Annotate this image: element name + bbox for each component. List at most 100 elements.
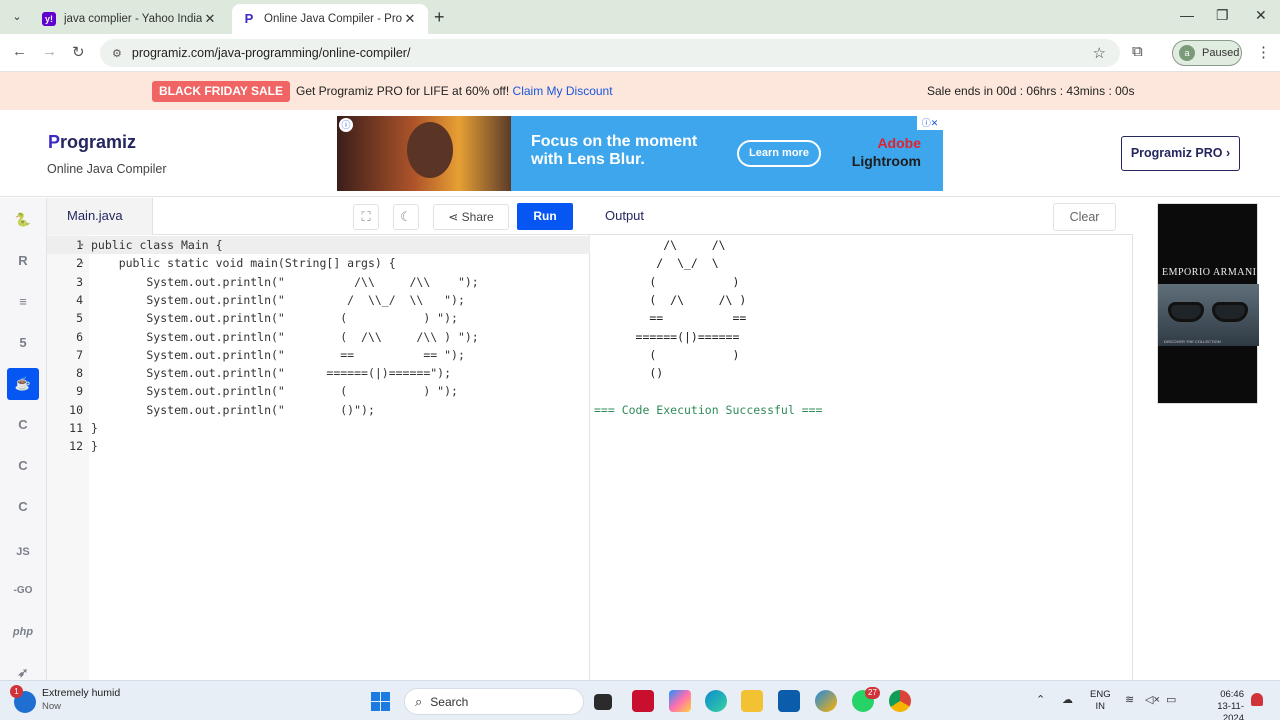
code-line[interactable]: 5 System.out.println(" ( ) "); (47, 309, 590, 327)
python-icon[interactable]: 🐍 (7, 204, 39, 236)
html-icon[interactable]: 5 (7, 327, 39, 359)
banner-ad[interactable]: ⓘ Focus on the moment with Lens Blur. Le… (337, 116, 943, 191)
close-tab-icon[interactable]: ✕ (402, 11, 418, 27)
code-line[interactable]: 11} (47, 419, 590, 437)
forward-icon[interactable]: → (42, 43, 57, 60)
line-number: 2 (76, 256, 83, 271)
sale-badge: BLACK FRIDAY SALE (152, 81, 291, 102)
store-icon[interactable] (778, 690, 800, 712)
code-editor[interactable]: 1 ▾ public class Main {2 ▾ public static vo… (47, 235, 590, 680)
run-button[interactable]: Run (517, 203, 573, 230)
tab-title: java complier - Yahoo India Sea (64, 13, 202, 25)
share-button[interactable]: ⋖ Share (433, 204, 509, 230)
code-line[interactable]: 8 System.out.println(" ======(|)======")… (47, 364, 590, 382)
show-hidden-icons-icon[interactable]: ⌃ (1036, 693, 1045, 706)
output-toolbar: Output Clear (590, 198, 1133, 235)
line-number: 5 (76, 311, 83, 326)
profile-button[interactable]: a Paused (1172, 40, 1242, 66)
minimize-icon[interactable]: — (1180, 7, 1194, 23)
ad-info-icon[interactable]: ⓘ (339, 118, 353, 132)
c-icon[interactable]: C (7, 409, 39, 441)
code-line[interactable]: 3 System.out.println(" /\\ /\\ "); (47, 273, 590, 291)
code-line[interactable]: 1 ▾ public class Main { (47, 236, 590, 254)
volume-icon[interactable]: ◁× (1145, 693, 1160, 706)
tab-search-icon[interactable]: ⌄ (8, 8, 26, 26)
system-clock[interactable]: 06:46 13-11-2024 (1206, 689, 1244, 720)
go-icon[interactable]: -GO (7, 575, 39, 607)
onedrive-icon[interactable]: ☁ (1062, 693, 1073, 706)
chrome-icon[interactable] (889, 690, 911, 712)
line-number: 4 (76, 292, 83, 307)
file-explorer-icon[interactable] (741, 690, 763, 712)
js-icon[interactable]: JS (7, 536, 39, 568)
code-text: } (91, 421, 98, 435)
maximize-icon[interactable]: ❐ (1216, 7, 1229, 24)
weather-app-icon[interactable] (815, 690, 837, 712)
extensions-icon[interactable]: ⧉ (1132, 43, 1143, 60)
weather-widget[interactable]: 1 Extremely humid Now (10, 685, 120, 713)
site-info-icon[interactable]: ⚙ (112, 47, 122, 60)
language-indicator[interactable]: ENG IN (1090, 689, 1111, 713)
task-view-icon[interactable] (594, 694, 612, 710)
whatsapp-badge: 27 (865, 687, 880, 699)
tab-programiz[interactable]: P Online Java Compiler - Program ✕ (232, 4, 428, 34)
output-line: == == (594, 311, 747, 326)
code-line[interactable]: 9 System.out.println(" ( ) "); (47, 382, 590, 400)
bookmark-star-icon[interactable]: ☆ (1093, 44, 1106, 62)
line-number: 11 (69, 421, 83, 435)
back-icon[interactable]: ← (12, 43, 27, 60)
output-panel: /\ /\ / \_/ \ ( ) ( /\ /\ ) == == ======… (590, 235, 1133, 680)
r-icon[interactable]: R (7, 245, 39, 277)
code-line[interactable]: 6 System.out.println(" ( /\\ /\\ ) "); (47, 328, 590, 346)
site-header: Programiz Online Java Compiler ⓘ Focus o… (0, 110, 1280, 197)
edge-icon[interactable] (705, 690, 727, 712)
php-icon[interactable]: php (7, 616, 39, 648)
code-line[interactable]: 10 System.out.println(" ()"); (47, 401, 590, 419)
ad-close-icon[interactable]: ⓘ✕ (917, 116, 943, 130)
sql-icon[interactable]: ≡ (7, 286, 39, 318)
menu-icon[interactable]: ⋮ (1256, 43, 1271, 61)
code-line[interactable]: 4 System.out.println(" / \\_/ \\ "); (47, 291, 590, 309)
clear-button[interactable]: Clear (1053, 203, 1116, 231)
programiz-logo[interactable]: Programiz (48, 132, 136, 153)
notification-bell-icon[interactable] (1251, 693, 1263, 706)
ad-headline: Focus on the moment with Lens Blur. (531, 133, 698, 168)
dark-mode-icon[interactable]: ☾ (393, 204, 419, 230)
ad-learn-more-button[interactable]: Learn more (737, 140, 821, 167)
tab-yahoo[interactable]: y! java complier - Yahoo India Sea ✕ (32, 4, 228, 34)
battery-icon[interactable]: ▭ (1166, 693, 1176, 706)
windows-start-icon[interactable] (371, 692, 390, 711)
code-text: } (91, 439, 98, 454)
taskbar-search[interactable]: ⌕ Search (404, 688, 584, 715)
close-window-icon[interactable]: ✕ (1255, 7, 1267, 24)
mcafee-icon[interactable] (632, 690, 654, 712)
code-text: System.out.println(" ( ) "); (91, 384, 458, 399)
programiz-pro-button[interactable]: Programiz PRO › (1121, 136, 1240, 171)
file-tab-main-java[interactable]: Main.java (47, 198, 153, 235)
code-line[interactable]: 7 System.out.println(" == == "); (47, 346, 590, 364)
ad-glasses-image (1158, 284, 1259, 346)
line-number: 10 (69, 402, 83, 417)
code-line[interactable]: 12} (47, 437, 590, 455)
claim-discount-link[interactable]: Claim My Discount (513, 84, 613, 98)
fullscreen-icon[interactable]: ⛶ (353, 204, 379, 230)
copilot-icon[interactable] (669, 690, 691, 712)
new-tab-icon[interactable]: + (434, 7, 445, 28)
reload-icon[interactable]: ↻ (72, 43, 85, 61)
code-text: System.out.println(" /\\ /\\ "); (91, 274, 479, 289)
code-text: public static void main(String[] args) { (91, 256, 396, 271)
code-text: System.out.println(" ======(|)======"); (91, 366, 452, 381)
cpp-icon[interactable]: C (7, 450, 39, 482)
csharp-icon[interactable]: C (7, 491, 39, 523)
yahoo-icon: y! (42, 12, 56, 26)
side-ad[interactable]: EMPORIO ARMANI DISCOVER THE COLLECTION (1157, 203, 1259, 404)
code-line[interactable]: 2 ▾ public static void main(String[] args… (47, 254, 590, 272)
wifi-icon[interactable]: ≋ (1125, 693, 1134, 706)
close-tab-icon[interactable]: ✕ (202, 11, 218, 27)
promo-message: Get Programiz PRO for LIFE at 60% off! (296, 84, 510, 98)
fold-arrow-icon[interactable]: ▾ (80, 254, 84, 272)
code-text: System.out.println(" ( ) "); (91, 311, 458, 326)
java-icon[interactable]: ☕ (7, 368, 39, 400)
url-input[interactable]: ⚙ programiz.com/java-programming/online-… (100, 39, 1120, 67)
fold-arrow-icon[interactable]: ▾ (80, 236, 84, 254)
